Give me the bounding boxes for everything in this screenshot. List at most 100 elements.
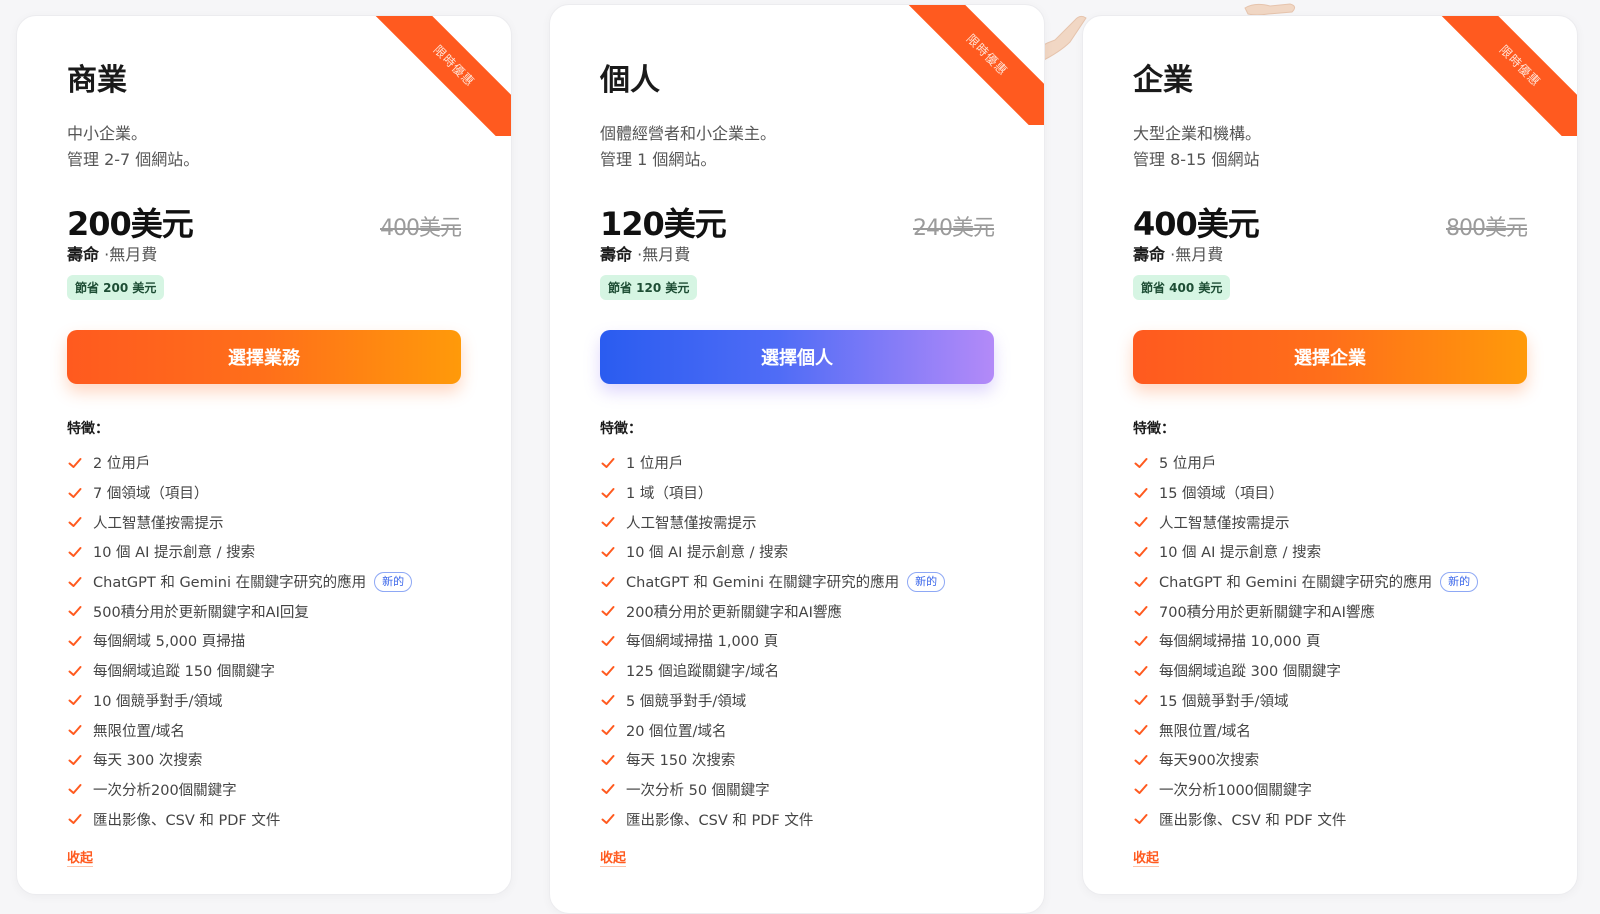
feature-text: 10 個競爭對手/領域	[93, 693, 223, 710]
check-icon	[601, 754, 615, 765]
savings-badge: 節省 120 美元	[600, 275, 698, 300]
choose-enterprise-button[interactable]: 選擇企業	[1133, 330, 1527, 384]
plan-title: 個人	[600, 63, 660, 98]
lifetime-label: 壽命	[1133, 245, 1166, 264]
check-icon	[1134, 695, 1148, 706]
feature-item: 每天 300 次搜索	[67, 745, 461, 775]
feature-text: 人工智慧僅按需提示	[626, 515, 757, 532]
lifetime-note: 壽命 ·無月費	[67, 241, 461, 265]
plan-card-enterprise: 限時優惠 企業 大型企業和機構。 管理 8-15 個網站 400美元 800美元…	[1082, 15, 1578, 895]
feature-item: 1 域（項目）	[600, 478, 994, 508]
feature-text: 人工智慧僅按需提示	[93, 515, 224, 532]
feature-text: 200積分用於更新關鍵字和AI響應	[626, 604, 842, 621]
check-icon	[1134, 754, 1148, 765]
plan-description: 中小企業。 管理 2-7 個網站。	[67, 121, 461, 173]
plan-old-price: 800美元	[1446, 216, 1528, 241]
check-icon	[601, 814, 615, 825]
check-icon	[601, 635, 615, 646]
feature-text: 10 個 AI 提示創意 / 搜索	[1159, 545, 1322, 562]
plan-card-personal: 限時優惠 個人 個體經營者和小企業主。 管理 1 個網站。 120美元 240美…	[549, 4, 1045, 914]
check-icon	[68, 546, 82, 557]
feature-list: 1 位用戶 1 域（項目） 人工智慧僅按需提示 10 個 AI 提示創意 / 搜索 Ch…	[600, 448, 994, 834]
collapse-link[interactable]: 收起	[67, 847, 94, 867]
feature-text: 20 個位置/域名	[626, 723, 727, 740]
feature-text: 1 位用戶	[626, 456, 684, 473]
feature-text: 一次分析1000個關鍵字	[1159, 782, 1312, 799]
feature-item: 10 個 AI 提示創意 / 搜索	[600, 537, 994, 567]
check-icon	[1134, 665, 1148, 676]
check-icon	[1134, 606, 1148, 617]
feature-list: 2 位用戶 7 個領域（項目） 人工智慧僅按需提示 10 個 AI 提示創意 / 搜索…	[67, 448, 461, 834]
feature-text: 無限位置/域名	[1159, 723, 1251, 740]
feature-item: 匯出影像、CSV 和 PDF 文件	[600, 804, 994, 834]
feature-item: 一次分析1000個關鍵字	[1133, 775, 1527, 805]
feature-text: 每個網域掃描 10,000 頁	[1159, 634, 1321, 651]
plan-card-business: 限時優惠 商業 中小企業。 管理 2-7 個網站。 200美元 400美元 壽命…	[16, 15, 512, 895]
check-icon	[68, 665, 82, 676]
check-icon	[1134, 576, 1148, 587]
check-icon	[601, 725, 615, 736]
feature-item: ChatGPT 和 Gemini 在關鍵字研究的應用 新的	[600, 567, 994, 597]
feature-text: 10 個 AI 提示創意 / 搜索	[93, 545, 256, 562]
price-row: 200美元 400美元	[67, 199, 462, 243]
feature-text: 人工智慧僅按需提示	[1159, 515, 1290, 532]
feature-text: 每個網域掃描 1,000 頁	[626, 634, 779, 651]
feature-text: 每個網域 5,000 頁掃描	[93, 634, 246, 651]
feature-item: 人工智慧僅按需提示	[600, 507, 994, 537]
feature-text: 125 個追蹤關鍵字/域名	[626, 664, 780, 681]
no-monthly-fee: ·無月費	[1170, 245, 1224, 264]
plan-price: 400美元	[1133, 205, 1260, 243]
check-icon	[1134, 487, 1148, 498]
check-icon	[68, 487, 82, 498]
check-icon	[601, 517, 615, 528]
check-icon	[68, 814, 82, 825]
plan-description: 個體經營者和小企業主。 管理 1 個網站。	[600, 121, 994, 173]
choose-personal-button[interactable]: 選擇個人	[600, 330, 994, 384]
feature-item: 20 個位置/域名	[600, 715, 994, 745]
feature-text: 1 域（項目）	[626, 486, 713, 503]
check-icon	[1134, 814, 1148, 825]
feature-text: ChatGPT 和 Gemini 在關鍵字研究的應用	[1159, 575, 1433, 592]
feature-item: 10 個競爭對手/領域	[67, 686, 461, 716]
feature-text: 5 位用戶	[1159, 456, 1217, 473]
feature-text: 一次分析200個關鍵字	[93, 782, 237, 799]
check-icon	[1134, 725, 1148, 736]
feature-text: 700積分用於更新關鍵字和AI響應	[1159, 604, 1375, 621]
feature-item: ChatGPT 和 Gemini 在關鍵字研究的應用 新的	[67, 567, 461, 597]
feature-text: 15 個競爭對手/領域	[1159, 693, 1289, 710]
feature-list: 5 位用戶 15 個領域（項目） 人工智慧僅按需提示 10 個 AI 提示創意 / 搜…	[1133, 448, 1527, 834]
plan-title: 企業	[1133, 63, 1193, 98]
feature-text: ChatGPT 和 Gemini 在關鍵字研究的應用	[93, 575, 367, 592]
check-icon	[68, 635, 82, 646]
feature-item: ChatGPT 和 Gemini 在關鍵字研究的應用 新的	[1133, 567, 1527, 597]
feature-item: 無限位置/域名	[67, 715, 461, 745]
plan-old-price: 240美元	[913, 216, 995, 241]
feature-item: 10 個 AI 提示創意 / 搜索	[67, 537, 461, 567]
lifetime-label: 壽命	[67, 245, 100, 264]
check-icon	[601, 487, 615, 498]
feature-item: 每個網域 5,000 頁掃描	[67, 626, 461, 656]
check-icon	[601, 457, 615, 468]
price-row: 120美元 240美元	[600, 199, 995, 243]
feature-item: 每天 150 次搜索	[600, 745, 994, 775]
features-heading: 特徵：	[1133, 421, 1175, 437]
plan-description-line: 管理 1 個網站。	[600, 150, 717, 169]
feature-item: 15 個領域（項目）	[1133, 478, 1527, 508]
feature-item: 每個網域掃描 10,000 頁	[1133, 626, 1527, 656]
no-monthly-fee: ·無月費	[104, 245, 158, 264]
plan-description-line: 管理 8-15 個網站	[1133, 150, 1260, 169]
feature-text: 5 個競爭對手/領域	[626, 693, 747, 710]
check-icon	[68, 457, 82, 468]
feature-text: 10 個 AI 提示創意 / 搜索	[626, 545, 789, 562]
lifetime-label: 壽命	[600, 245, 633, 264]
check-icon	[601, 665, 615, 676]
feature-item: 無限位置/域名	[1133, 715, 1527, 745]
lifetime-note: 壽命 ·無月費	[1133, 241, 1527, 265]
choose-business-button[interactable]: 選擇業務	[67, 330, 461, 384]
feature-item: 2 位用戶	[67, 448, 461, 478]
feature-text: 每天 150 次搜索	[626, 753, 736, 770]
plan-price: 200美元	[67, 205, 194, 243]
collapse-link[interactable]: 收起	[600, 847, 627, 867]
check-icon	[68, 576, 82, 587]
collapse-link[interactable]: 收起	[1133, 847, 1160, 867]
